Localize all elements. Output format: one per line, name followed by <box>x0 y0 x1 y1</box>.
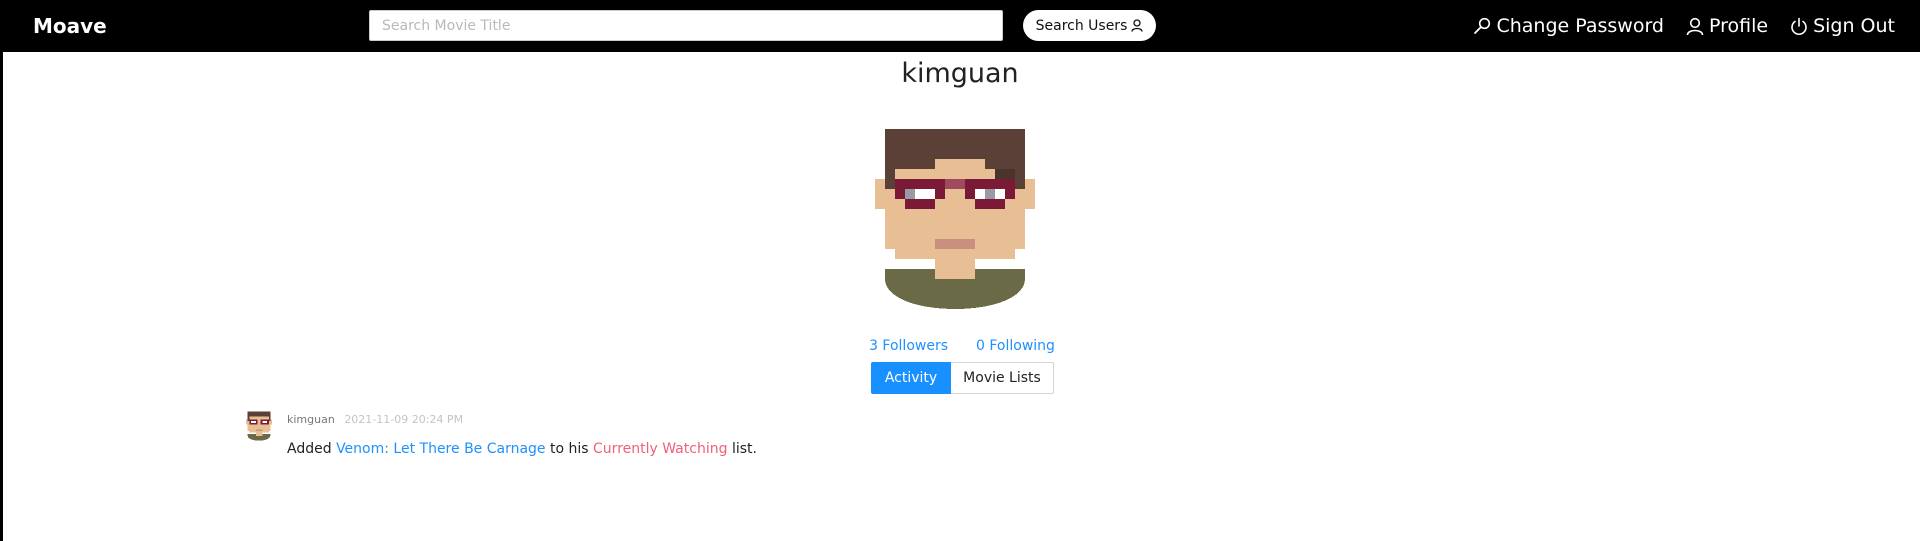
activity-middle: to his <box>550 441 589 457</box>
activity-description: Added Venom: Let There Be Carnage to his… <box>287 439 757 459</box>
activity-timestamp: 2021-11-09 20:24 PM <box>344 413 464 426</box>
activity-meta: kimguan 2021-11-09 20:24 PM <box>287 412 463 428</box>
following-link[interactable]: 0 Following <box>976 336 1055 356</box>
sign-out-link[interactable]: Sign Out <box>1790 13 1895 39</box>
nav-links: Change Password Profile Sign Out <box>1473 13 1895 39</box>
movie-search-input[interactable] <box>369 10 1003 41</box>
search-users-label: Search Users <box>1035 17 1128 34</box>
user-icon <box>1131 19 1144 32</box>
page-left-border <box>0 52 3 541</box>
brand-logo[interactable]: Moave <box>33 13 107 39</box>
search-users-button[interactable]: Search Users <box>1023 10 1156 41</box>
change-password-label: Change Password <box>1496 15 1664 37</box>
key-icon <box>1474 17 1491 34</box>
movie-link[interactable]: Venom: Let There Be Carnage <box>336 441 546 457</box>
tab-activity[interactable]: Activity <box>871 362 951 394</box>
activity-username[interactable]: kimguan <box>287 413 335 426</box>
navbar: Moave Search Users Change Password Profi… <box>0 0 1920 52</box>
avatar <box>875 129 1035 309</box>
activity-prefix: Added <box>287 441 332 457</box>
follow-stats: 3 Followers 0 Following <box>0 336 1920 356</box>
profile-link[interactable]: Profile <box>1686 13 1768 39</box>
user-icon <box>1686 17 1704 35</box>
profile-tabs: Activity Movie Lists <box>871 362 1054 394</box>
power-icon <box>1791 17 1807 35</box>
list-link[interactable]: Currently Watching <box>593 441 727 457</box>
change-password-link[interactable]: Change Password <box>1473 13 1664 39</box>
followers-link[interactable]: 3 Followers <box>869 336 948 356</box>
profile-label: Profile <box>1708 15 1769 37</box>
profile-username: kimguan <box>901 58 1019 89</box>
tab-movie-lists[interactable]: Movie Lists <box>951 362 1054 394</box>
sign-out-label: Sign Out <box>1813 15 1895 37</box>
avatar[interactable] <box>246 411 272 441</box>
activity-suffix: list. <box>731 441 757 457</box>
